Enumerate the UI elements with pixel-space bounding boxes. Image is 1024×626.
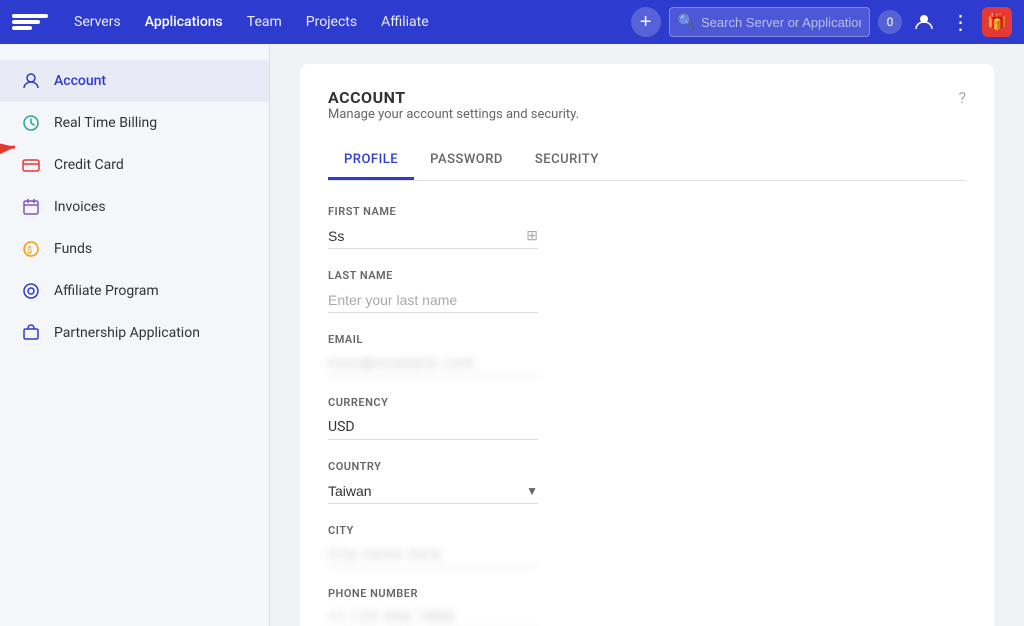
account-title-block: ACCOUNT Manage your account settings and… — [328, 88, 579, 138]
search-bar[interactable]: 🔍 — [669, 7, 870, 37]
account-header: ACCOUNT Manage your account settings and… — [328, 88, 966, 138]
search-input[interactable] — [701, 15, 861, 30]
help-icon[interactable]: ? — [958, 88, 966, 107]
sidebar: Account Real Time Billing Credit Card In… — [0, 44, 270, 626]
add-button[interactable]: + — [631, 7, 661, 37]
topnav-right: + 🔍 0 ⋮ 🎁 — [631, 7, 1012, 37]
currency-value: USD — [328, 415, 538, 440]
nav-servers[interactable]: Servers — [64, 10, 131, 34]
search-icon: 🔍 — [678, 14, 695, 30]
first-name-group: FIRST NAME ⊞ — [328, 205, 966, 249]
sidebar-item-account-label: Account — [54, 73, 106, 89]
country-select[interactable]: Taiwan United States China Japan — [328, 479, 522, 503]
city-group: CITY City name here — [328, 524, 966, 567]
sidebar-item-partnership-label: Partnership Application — [54, 325, 200, 341]
country-dropdown-arrow: ▼ — [526, 484, 538, 498]
country-group: COUNTRY Taiwan United States China Japan… — [328, 460, 966, 504]
credit-card-icon — [20, 154, 42, 176]
more-options-button[interactable]: ⋮ — [946, 8, 974, 36]
sidebar-item-invoices[interactable]: Invoices — [0, 186, 269, 228]
svg-text:$: $ — [27, 245, 32, 256]
sidebar-item-invoices-label: Invoices — [54, 199, 106, 215]
sidebar-item-real-time-billing[interactable]: Real Time Billing — [0, 102, 269, 144]
invoices-icon — [20, 196, 42, 218]
phone-blurred: +1 123 456 7890 — [328, 606, 538, 626]
first-name-label: FIRST NAME — [328, 205, 966, 218]
sidebar-item-funds[interactable]: $ Funds — [0, 228, 269, 270]
first-name-input[interactable] — [328, 224, 526, 248]
account-icon — [20, 70, 42, 92]
email-group: EMAIL xxxx@example.com — [328, 333, 966, 376]
country-select-row: Taiwan United States China Japan ▼ — [328, 479, 538, 504]
city-blurred: City name here — [328, 543, 538, 567]
real-time-billing-icon — [20, 112, 42, 134]
notification-badge[interactable]: 0 — [878, 10, 902, 34]
sidebar-item-affiliate-program[interactable]: Affiliate Program — [0, 270, 269, 312]
funds-icon: $ — [20, 238, 42, 260]
topnav-nav: Servers Applications Team Projects Affil… — [64, 10, 623, 34]
sidebar-item-partnership-application[interactable]: Partnership Application — [0, 312, 269, 354]
topnav: Servers Applications Team Projects Affil… — [0, 0, 1024, 44]
currency-label: CURRENCY — [328, 396, 966, 409]
email-label: EMAIL — [328, 333, 966, 346]
tab-profile[interactable]: PROFILE — [328, 142, 414, 180]
phone-group: PHONE NUMBER +1 123 456 7890 — [328, 587, 966, 626]
input-icon: ⊞ — [526, 228, 538, 244]
account-title: ACCOUNT — [328, 88, 579, 107]
nav-team[interactable]: Team — [237, 10, 292, 34]
partnership-icon — [20, 322, 42, 344]
email-blurred: xxxx@example.com — [328, 352, 538, 376]
sidebar-item-funds-label: Funds — [54, 241, 92, 257]
nav-affiliate[interactable]: Affiliate — [371, 10, 439, 34]
account-subtitle: Manage your account settings and securit… — [328, 107, 579, 122]
country-label: COUNTRY — [328, 460, 966, 473]
last-name-label: LAST NAME — [328, 269, 966, 282]
profile-tabs: PROFILE PASSWORD SECURITY — [328, 142, 966, 181]
sidebar-item-rtb-label: Real Time Billing — [54, 115, 157, 131]
logo[interactable] — [12, 10, 48, 34]
tab-password[interactable]: PASSWORD — [414, 142, 519, 180]
sidebar-item-affiliate-label: Affiliate Program — [54, 283, 159, 299]
profile-form: FIRST NAME ⊞ LAST NAME EMAIL xxxx@exampl… — [328, 205, 966, 626]
main-content: ACCOUNT Manage your account settings and… — [270, 44, 1024, 626]
last-name-group: LAST NAME — [328, 269, 966, 313]
affiliate-icon — [20, 280, 42, 302]
tab-security[interactable]: SECURITY — [519, 142, 615, 180]
phone-label: PHONE NUMBER — [328, 587, 966, 600]
sidebar-item-credit-card[interactable]: Credit Card — [0, 144, 269, 186]
nav-projects[interactable]: Projects — [296, 10, 367, 34]
gift-button[interactable]: 🎁 — [982, 7, 1012, 37]
currency-group: CURRENCY USD — [328, 396, 966, 440]
sidebar-item-credit-card-label: Credit Card — [54, 157, 124, 173]
last-name-input[interactable] — [328, 288, 538, 313]
nav-applications[interactable]: Applications — [135, 10, 233, 34]
sidebar-item-account[interactable]: Account — [0, 60, 269, 102]
city-label: CITY — [328, 524, 966, 537]
first-name-input-row: ⊞ — [328, 224, 538, 249]
account-card: ACCOUNT Manage your account settings and… — [300, 64, 994, 626]
layout: Account Real Time Billing Credit Card In… — [0, 44, 1024, 626]
user-avatar-button[interactable] — [910, 8, 938, 36]
